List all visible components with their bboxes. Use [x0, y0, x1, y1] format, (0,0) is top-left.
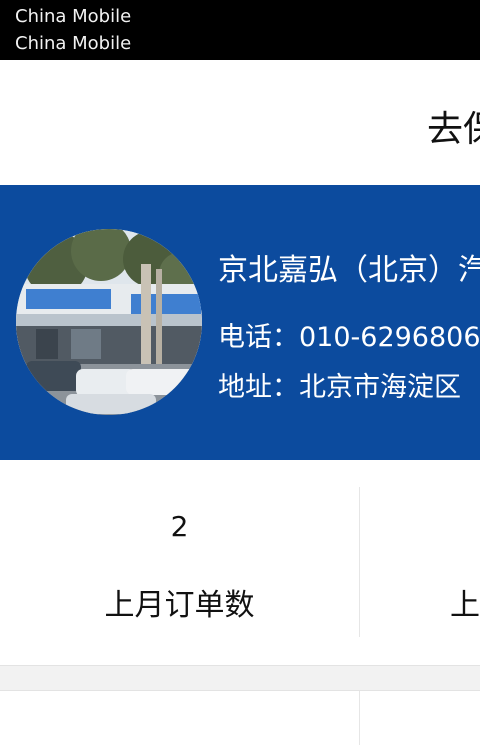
store-name: 京北嘉弘（北京）汽	[218, 253, 480, 288]
stats-panel: 2 上月订单数 上	[0, 460, 480, 665]
section-separator	[0, 665, 480, 691]
stat-divider	[359, 487, 360, 637]
store-phone[interactable]: 电话：010-62968067	[218, 315, 480, 354]
next-stats-row	[0, 691, 480, 745]
store-address: 地址：北京市海淀区	[218, 372, 461, 403]
carrier-name: China Mobile	[15, 6, 132, 27]
stat-divider	[359, 691, 360, 745]
status-bar: China Mobile China Mobile	[0, 0, 480, 60]
orders-last-month-value: 2	[170, 510, 189, 543]
orders-last-month-label: 上月订单数	[104, 588, 255, 623]
stat-label-secondary: 上	[450, 588, 480, 623]
store-photo	[16, 229, 202, 415]
store-banner: 京北嘉弘（北京）汽 电话：010-62968067 地址：北京市海淀区	[0, 185, 480, 460]
carrier-name-secondary: China Mobile	[15, 33, 132, 54]
page-title: 去保	[427, 109, 480, 150]
app-header: 去保	[0, 60, 480, 185]
storefront-photo-icon	[16, 229, 202, 415]
